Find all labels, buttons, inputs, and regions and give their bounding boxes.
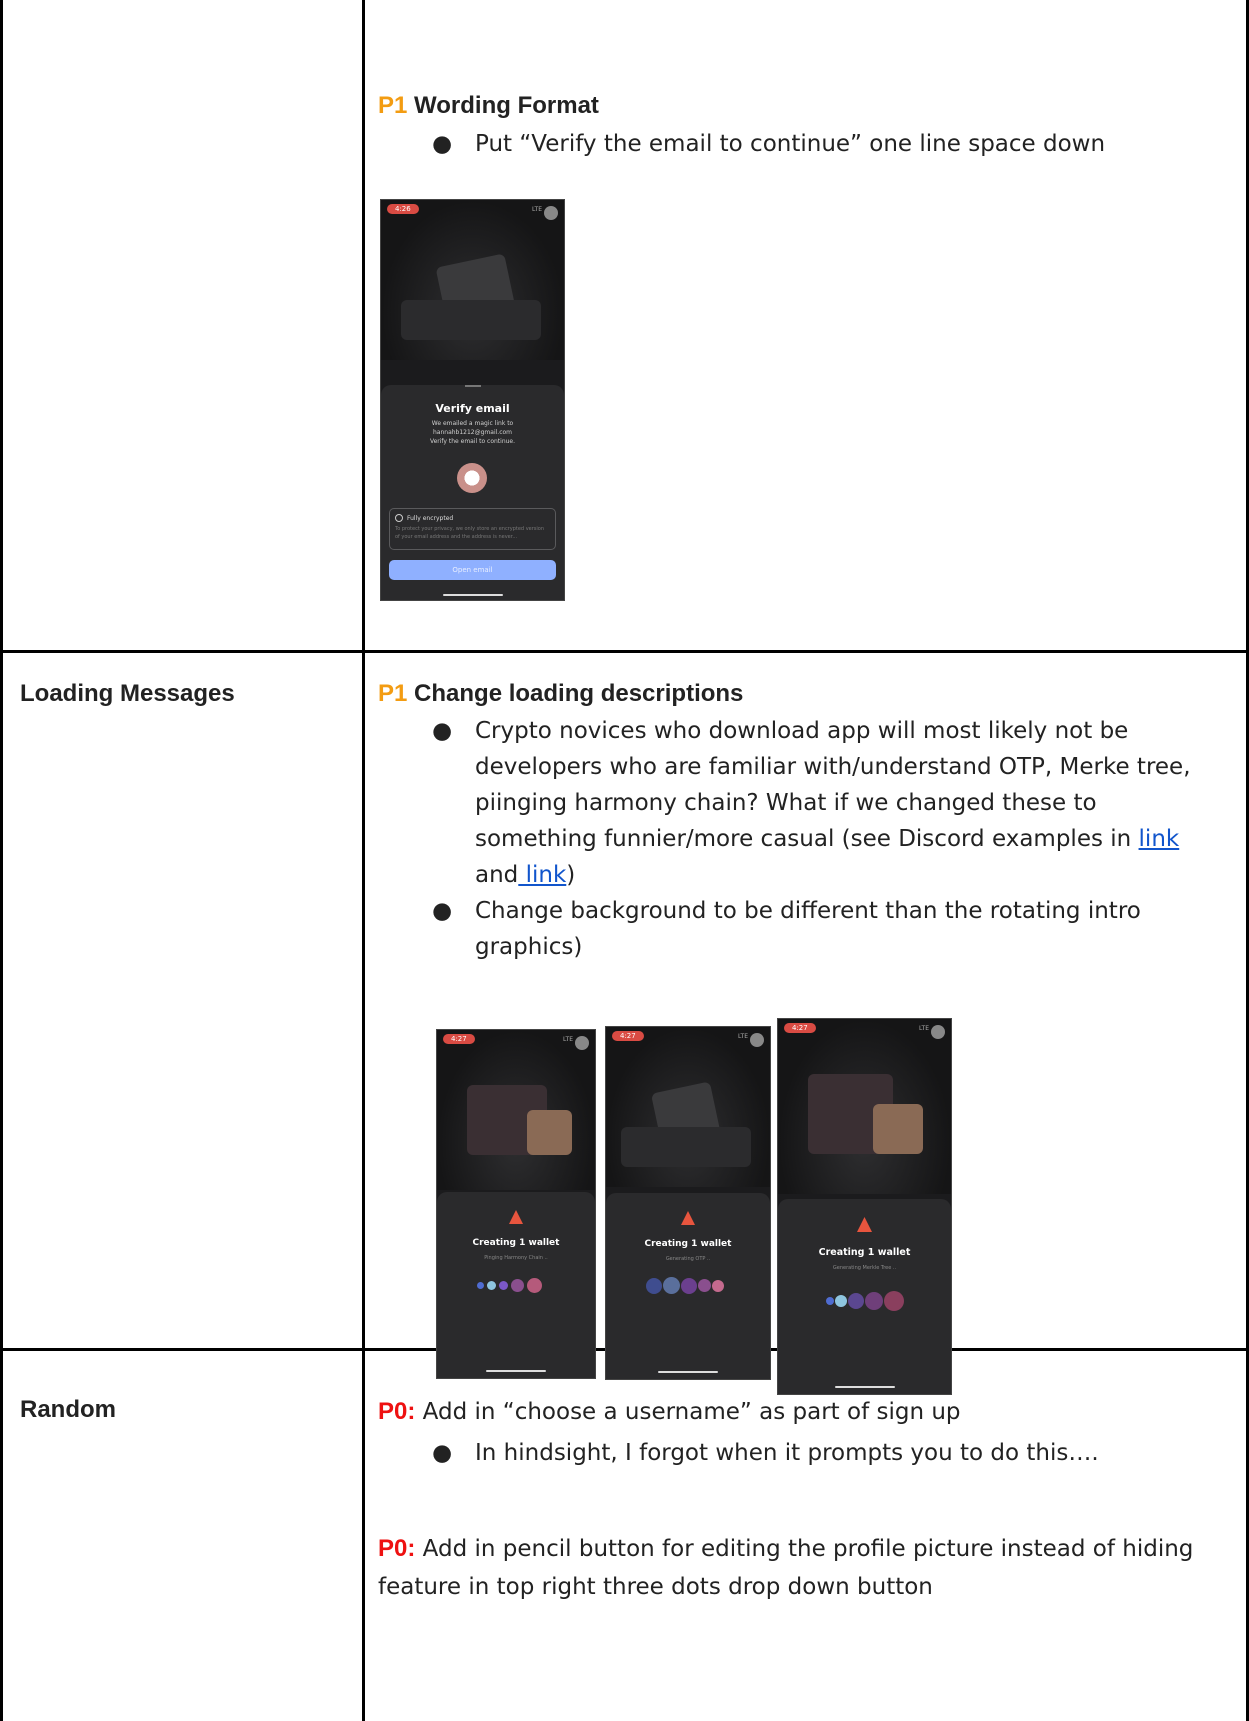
progress-dot xyxy=(511,1279,524,1292)
priority-badge: P1 xyxy=(378,680,408,707)
app-logo-icon xyxy=(681,1211,695,1225)
loading-title: Creating 1 wallet xyxy=(472,1238,560,1248)
random-item-1: P0: Add in “choose a username” as part o… xyxy=(378,1393,1218,1431)
progress-dots xyxy=(477,1278,542,1293)
assistive-touch-icon xyxy=(750,1033,764,1047)
encryption-notice: Fully encrypted To protect your privacy,… xyxy=(389,508,556,550)
loading-screenshot-2: 4:27 LTE Creating 1 wallet Generating OT… xyxy=(605,1026,771,1380)
home-indicator xyxy=(834,1386,895,1388)
list-item: ● Change background to be different than … xyxy=(432,898,1141,960)
loading-sheet: Creating 1 wallet Pinging Harmony Chain … xyxy=(437,1192,595,1378)
verify-line-1: We emailed a magic link to xyxy=(431,420,514,427)
progress-dot xyxy=(527,1278,542,1293)
discord-link-2[interactable]: link xyxy=(518,862,567,888)
sneakers-illustration xyxy=(401,300,541,340)
radio-icon xyxy=(395,514,403,522)
wording-format-bullets: ● Put “Verify the email to continue” one … xyxy=(420,126,1220,162)
sheet-grabber xyxy=(464,385,481,387)
app-logo-icon xyxy=(509,1210,523,1224)
priority-badge: P0: xyxy=(378,1535,416,1562)
progress-dot xyxy=(681,1277,697,1294)
progress-dot xyxy=(712,1279,724,1292)
illustration-area xyxy=(778,1019,951,1194)
loading-sheet: Creating 1 wallet Generating Merkle Tree… xyxy=(778,1199,951,1394)
priority-badge: P0: xyxy=(378,1398,416,1425)
item-text: Add in “choose a username” as part of si… xyxy=(415,1399,961,1425)
row-label-loading-messages: Loading Messages xyxy=(20,680,235,707)
illustration-area xyxy=(606,1027,770,1187)
loading-bullets: ● Crypto novices who download app will mo… xyxy=(420,713,1220,965)
encryption-row: Fully encrypted xyxy=(395,514,453,522)
loading-subtitle: Generating Merkle Tree .. xyxy=(832,1265,897,1271)
time-badge: 4:27 xyxy=(784,1023,816,1033)
time-badge: 4:27 xyxy=(612,1031,644,1041)
encryption-text: To protect your privacy, we only store a… xyxy=(395,526,545,540)
progress-dot xyxy=(698,1279,711,1292)
progress-dot xyxy=(826,1297,834,1305)
loading-heading: P1 Change loading descriptions xyxy=(378,680,743,708)
row-label-random: Random xyxy=(20,1396,116,1423)
progress-dot xyxy=(848,1293,864,1309)
assistive-touch-icon xyxy=(931,1025,945,1039)
random-bullets: ● In hindsight, I forgot when it prompts … xyxy=(420,1435,1220,1471)
assistive-touch-icon xyxy=(544,206,558,220)
home-indicator xyxy=(442,594,503,596)
verify-line-2: hannahb1212@gmail.com xyxy=(432,429,513,436)
loading-sheet: Creating 1 wallet Generating OTP .. xyxy=(606,1193,770,1379)
home-indicator xyxy=(486,1370,546,1372)
open-email-button[interactable]: Open email xyxy=(389,560,556,580)
verify-email-screenshot: 4:26 LTE Verify email We emailed a magic… xyxy=(380,199,565,601)
progress-dot xyxy=(499,1281,508,1290)
status-bar-text: LTE xyxy=(532,206,542,213)
loading-title: Creating 1 wallet xyxy=(644,1239,732,1249)
time-badge: 4:26 xyxy=(387,204,419,214)
verify-line-3: Verify the email to continue. xyxy=(429,438,516,445)
progress-dot xyxy=(663,1277,680,1294)
table-column-divider xyxy=(362,0,365,1721)
progress-dot xyxy=(835,1295,847,1307)
loading-ring-icon xyxy=(457,463,487,493)
illustration-area xyxy=(381,200,564,360)
verify-sheet: Verify email We emailed a magic link to … xyxy=(381,385,564,600)
priority-badge: P1 xyxy=(378,92,408,119)
progress-dot xyxy=(487,1281,496,1290)
sneakers-illustration xyxy=(621,1127,751,1167)
status-bar-text: LTE xyxy=(563,1036,573,1043)
app-logo-icon xyxy=(857,1217,872,1232)
home-indicator xyxy=(658,1371,718,1373)
progress-dot xyxy=(884,1291,904,1311)
verify-title: Verify email xyxy=(435,402,510,415)
loading-subtitle: Pinging Harmony Chain .. xyxy=(484,1255,548,1261)
loading-screenshot-3: 4:27 LTE Creating 1 wallet Generating Me… xyxy=(777,1018,952,1395)
hand-illustration xyxy=(527,1110,572,1155)
discord-link-1[interactable]: link xyxy=(1139,826,1180,852)
loading-title: Creating 1 wallet xyxy=(818,1247,911,1258)
encryption-label: Fully encrypted xyxy=(407,514,454,522)
status-bar-text: LTE xyxy=(919,1025,929,1032)
illustration-area xyxy=(437,1030,595,1190)
table-border-left xyxy=(0,0,3,1721)
progress-dot xyxy=(865,1292,883,1310)
wording-format-heading: P1 Wording Format xyxy=(378,92,599,120)
list-item: ● In hindsight, I forgot when it prompts … xyxy=(432,1440,1099,1466)
progress-dot xyxy=(477,1282,484,1289)
loading-screenshot-1: 4:27 LTE Creating 1 wallet Pinging Harmo… xyxy=(436,1029,596,1379)
assistive-touch-icon xyxy=(575,1036,589,1050)
list-item: ● Crypto novices who download app will mo… xyxy=(432,718,1191,888)
time-badge: 4:27 xyxy=(443,1034,475,1044)
list-item: ● Put “Verify the email to continue” one … xyxy=(432,131,1106,157)
progress-dots xyxy=(646,1277,724,1294)
heading-title: Change loading descriptions xyxy=(414,680,744,707)
loading-subtitle: Generating OTP .. xyxy=(665,1256,711,1262)
row-divider-1 xyxy=(0,650,1249,653)
progress-dots xyxy=(826,1291,904,1311)
hand-illustration xyxy=(873,1104,923,1154)
item-text: Add in pencil button for editing the pro… xyxy=(378,1536,1194,1600)
progress-dot xyxy=(646,1277,662,1294)
random-item-2: P0: Add in pencil button for editing the… xyxy=(378,1530,1228,1606)
status-bar-text: LTE xyxy=(738,1033,748,1040)
heading-title: Wording Format xyxy=(414,92,599,119)
